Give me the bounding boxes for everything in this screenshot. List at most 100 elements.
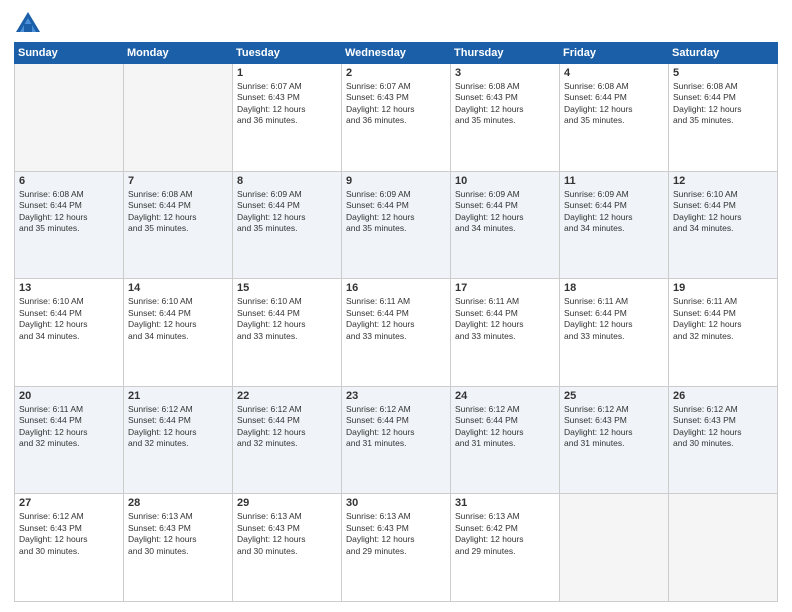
- calendar-cell: 15Sunrise: 6:10 AM Sunset: 6:44 PM Dayli…: [233, 279, 342, 387]
- calendar-cell: 12 Sunrise: 6:10 AM Sunset: 6:44 PM Dayli…: [669, 171, 778, 279]
- day-info: Sunrise: 6:11 AM Sunset: 6:44 PM Dayligh…: [673, 296, 773, 342]
- logo-icon: [14, 10, 42, 38]
- day-info: Sunrise: 6:09 AM Sunset: 6:44 PM Dayligh…: [564, 189, 664, 235]
- day-info: Sunrise: 6:10 AM Sunset: 6:44 PM Dayligh…: [128, 296, 228, 342]
- day-number: 16: [346, 282, 446, 294]
- day-info: Sunrise: 6:12 AM Sunset: 6:43 PM Dayligh…: [673, 404, 773, 450]
- day-number: 10: [455, 175, 555, 187]
- day-number: 8: [237, 175, 337, 187]
- calendar-cell: 24 Sunrise: 6:12 AM Sunset: 6:44 PM Dayli…: [451, 386, 560, 494]
- day-number: 5: [673, 67, 773, 79]
- calendar-cell: 28Sunrise: 6:13 AM Sunset: 6:43 PM Dayli…: [124, 494, 233, 602]
- day-number: 2: [346, 67, 446, 79]
- day-number: 6: [19, 175, 119, 187]
- day-info: Sunrise: 6:10 AM Sunset: 6:44 PM Dayligh…: [673, 189, 773, 235]
- calendar-cell: 31 Sunrise: 6:13 AM Sunset: 6:42 PM Dayli…: [451, 494, 560, 602]
- calendar-header-monday: Monday: [124, 43, 233, 64]
- day-info: Sunrise: 6:12 AM Sunset: 6:44 PM Dayligh…: [128, 404, 228, 450]
- day-info: Sunrise: 6:11 AM Sunset: 6:44 PM Dayligh…: [346, 296, 446, 342]
- calendar-cell: 29 Sunrise: 6:13 AM Sunset: 6:43 PM Dayli…: [233, 494, 342, 602]
- day-info: Sunrise: 6:08 AM Sunset: 6:43 PM Dayligh…: [455, 81, 555, 127]
- calendar-header-tuesday: Tuesday: [233, 43, 342, 64]
- calendar-cell: 4 Sunrise: 6:08 AM Sunset: 6:44 PM Daylig…: [560, 64, 669, 172]
- calendar-cell: [15, 64, 124, 172]
- day-number: 21: [128, 390, 228, 402]
- day-number: 1: [237, 67, 337, 79]
- day-number: 19: [673, 282, 773, 294]
- day-info: Sunrise: 6:09 AM Sunset: 6:44 PM Dayligh…: [237, 189, 337, 235]
- day-number: 12: [673, 175, 773, 187]
- day-info: Sunrise: 6:13 AM Sunset: 6:43 PM Dayligh…: [237, 511, 337, 557]
- calendar-cell: 11 Sunrise: 6:09 AM Sunset: 6:44 PM Dayli…: [560, 171, 669, 279]
- day-number: 20: [19, 390, 119, 402]
- calendar-cell: 2 Sunrise: 6:07 AM Sunset: 6:43 PM Daylig…: [342, 64, 451, 172]
- calendar-cell: 25Sunrise: 6:12 AM Sunset: 6:43 PM Dayli…: [560, 386, 669, 494]
- day-info: Sunrise: 6:13 AM Sunset: 6:43 PM Dayligh…: [346, 511, 446, 557]
- day-number: 9: [346, 175, 446, 187]
- calendar-cell: 5 Sunrise: 6:08 AM Sunset: 6:44 PM Daylig…: [669, 64, 778, 172]
- calendar-header-saturday: Saturday: [669, 43, 778, 64]
- day-info: Sunrise: 6:08 AM Sunset: 6:44 PM Dayligh…: [564, 81, 664, 127]
- calendar-cell: 10 Sunrise: 6:09 AM Sunset: 6:44 PM Dayli…: [451, 171, 560, 279]
- calendar-cell: 8 Sunrise: 6:09 AM Sunset: 6:44 PM Daylig…: [233, 171, 342, 279]
- calendar-cell: 21 Sunrise: 6:12 AM Sunset: 6:44 PM Dayli…: [124, 386, 233, 494]
- calendar-cell: 23 Sunrise: 6:12 AM Sunset: 6:44 PM Dayli…: [342, 386, 451, 494]
- day-info: Sunrise: 6:08 AM Sunset: 6:44 PM Dayligh…: [19, 189, 119, 235]
- day-info: Sunrise: 6:07 AM Sunset: 6:43 PM Dayligh…: [346, 81, 446, 127]
- calendar-table: SundayMondayTuesdayWednesdayThursdayFrid…: [14, 42, 778, 602]
- day-number: 30: [346, 497, 446, 509]
- calendar-cell: 13Sunrise: 6:10 AM Sunset: 6:44 PM Dayli…: [15, 279, 124, 387]
- day-number: 31: [455, 497, 555, 509]
- day-info: Sunrise: 6:09 AM Sunset: 6:44 PM Dayligh…: [455, 189, 555, 235]
- day-number: 29: [237, 497, 337, 509]
- calendar-cell: 22Sunrise: 6:12 AM Sunset: 6:44 PM Dayli…: [233, 386, 342, 494]
- day-info: Sunrise: 6:12 AM Sunset: 6:44 PM Dayligh…: [237, 404, 337, 450]
- calendar-header-wednesday: Wednesday: [342, 43, 451, 64]
- calendar-cell: 27Sunrise: 6:12 AM Sunset: 6:43 PM Dayli…: [15, 494, 124, 602]
- calendar-cell: [124, 64, 233, 172]
- day-info: Sunrise: 6:07 AM Sunset: 6:43 PM Dayligh…: [237, 81, 337, 127]
- day-info: Sunrise: 6:11 AM Sunset: 6:44 PM Dayligh…: [564, 296, 664, 342]
- calendar-header-row: SundayMondayTuesdayWednesdayThursdayFrid…: [15, 43, 778, 64]
- day-info: Sunrise: 6:13 AM Sunset: 6:43 PM Dayligh…: [128, 511, 228, 557]
- day-info: Sunrise: 6:12 AM Sunset: 6:44 PM Dayligh…: [455, 404, 555, 450]
- calendar-week-row: 6 Sunrise: 6:08 AM Sunset: 6:44 PM Daylig…: [15, 171, 778, 279]
- calendar-cell: 16 Sunrise: 6:11 AM Sunset: 6:44 PM Dayli…: [342, 279, 451, 387]
- day-number: 17: [455, 282, 555, 294]
- day-number: 18: [564, 282, 664, 294]
- day-number: 13: [19, 282, 119, 294]
- calendar-cell: [669, 494, 778, 602]
- day-number: 23: [346, 390, 446, 402]
- calendar-header-thursday: Thursday: [451, 43, 560, 64]
- day-number: 11: [564, 175, 664, 187]
- day-info: Sunrise: 6:12 AM Sunset: 6:43 PM Dayligh…: [564, 404, 664, 450]
- day-number: 26: [673, 390, 773, 402]
- day-number: 14: [128, 282, 228, 294]
- day-number: 27: [19, 497, 119, 509]
- header: [14, 10, 778, 38]
- day-info: Sunrise: 6:13 AM Sunset: 6:42 PM Dayligh…: [455, 511, 555, 557]
- day-info: Sunrise: 6:12 AM Sunset: 6:44 PM Dayligh…: [346, 404, 446, 450]
- day-number: 4: [564, 67, 664, 79]
- calendar-week-row: 1 Sunrise: 6:07 AM Sunset: 6:43 PM Daylig…: [15, 64, 778, 172]
- day-number: 15: [237, 282, 337, 294]
- calendar-cell: 14 Sunrise: 6:10 AM Sunset: 6:44 PM Dayli…: [124, 279, 233, 387]
- calendar-cell: 30 Sunrise: 6:13 AM Sunset: 6:43 PM Dayli…: [342, 494, 451, 602]
- day-number: 24: [455, 390, 555, 402]
- calendar-cell: 3 Sunrise: 6:08 AM Sunset: 6:43 PM Daylig…: [451, 64, 560, 172]
- calendar-week-row: 13 Sunrise: 6:10 AM Sunset: 6:44 PM Dayli…: [15, 279, 778, 387]
- calendar-cell: 9 Sunrise: 6:09 AM Sunset: 6:44 PM Daylig…: [342, 171, 451, 279]
- calendar-cell: 7Sunrise: 6:08 AM Sunset: 6:44 PM Daylig…: [124, 171, 233, 279]
- calendar-cell: 19 Sunrise: 6:11 AM Sunset: 6:44 PM Dayli…: [669, 279, 778, 387]
- calendar-cell: [560, 494, 669, 602]
- day-number: 3: [455, 67, 555, 79]
- calendar-cell: 1 Sunrise: 6:07 AM Sunset: 6:43 PM Daylig…: [233, 64, 342, 172]
- page: SundayMondayTuesdayWednesdayThursdayFrid…: [0, 0, 792, 612]
- calendar-header-sunday: Sunday: [15, 43, 124, 64]
- calendar-week-row: 27Sunrise: 6:12 AM Sunset: 6:43 PM Dayli…: [15, 494, 778, 602]
- calendar-header-friday: Friday: [560, 43, 669, 64]
- calendar-cell: 20Sunrise: 6:11 AM Sunset: 6:44 PM Dayli…: [15, 386, 124, 494]
- day-info: Sunrise: 6:09 AM Sunset: 6:44 PM Dayligh…: [346, 189, 446, 235]
- calendar-cell: 18 Sunrise: 6:11 AM Sunset: 6:44 PM Dayli…: [560, 279, 669, 387]
- day-info: Sunrise: 6:08 AM Sunset: 6:44 PM Dayligh…: [673, 81, 773, 127]
